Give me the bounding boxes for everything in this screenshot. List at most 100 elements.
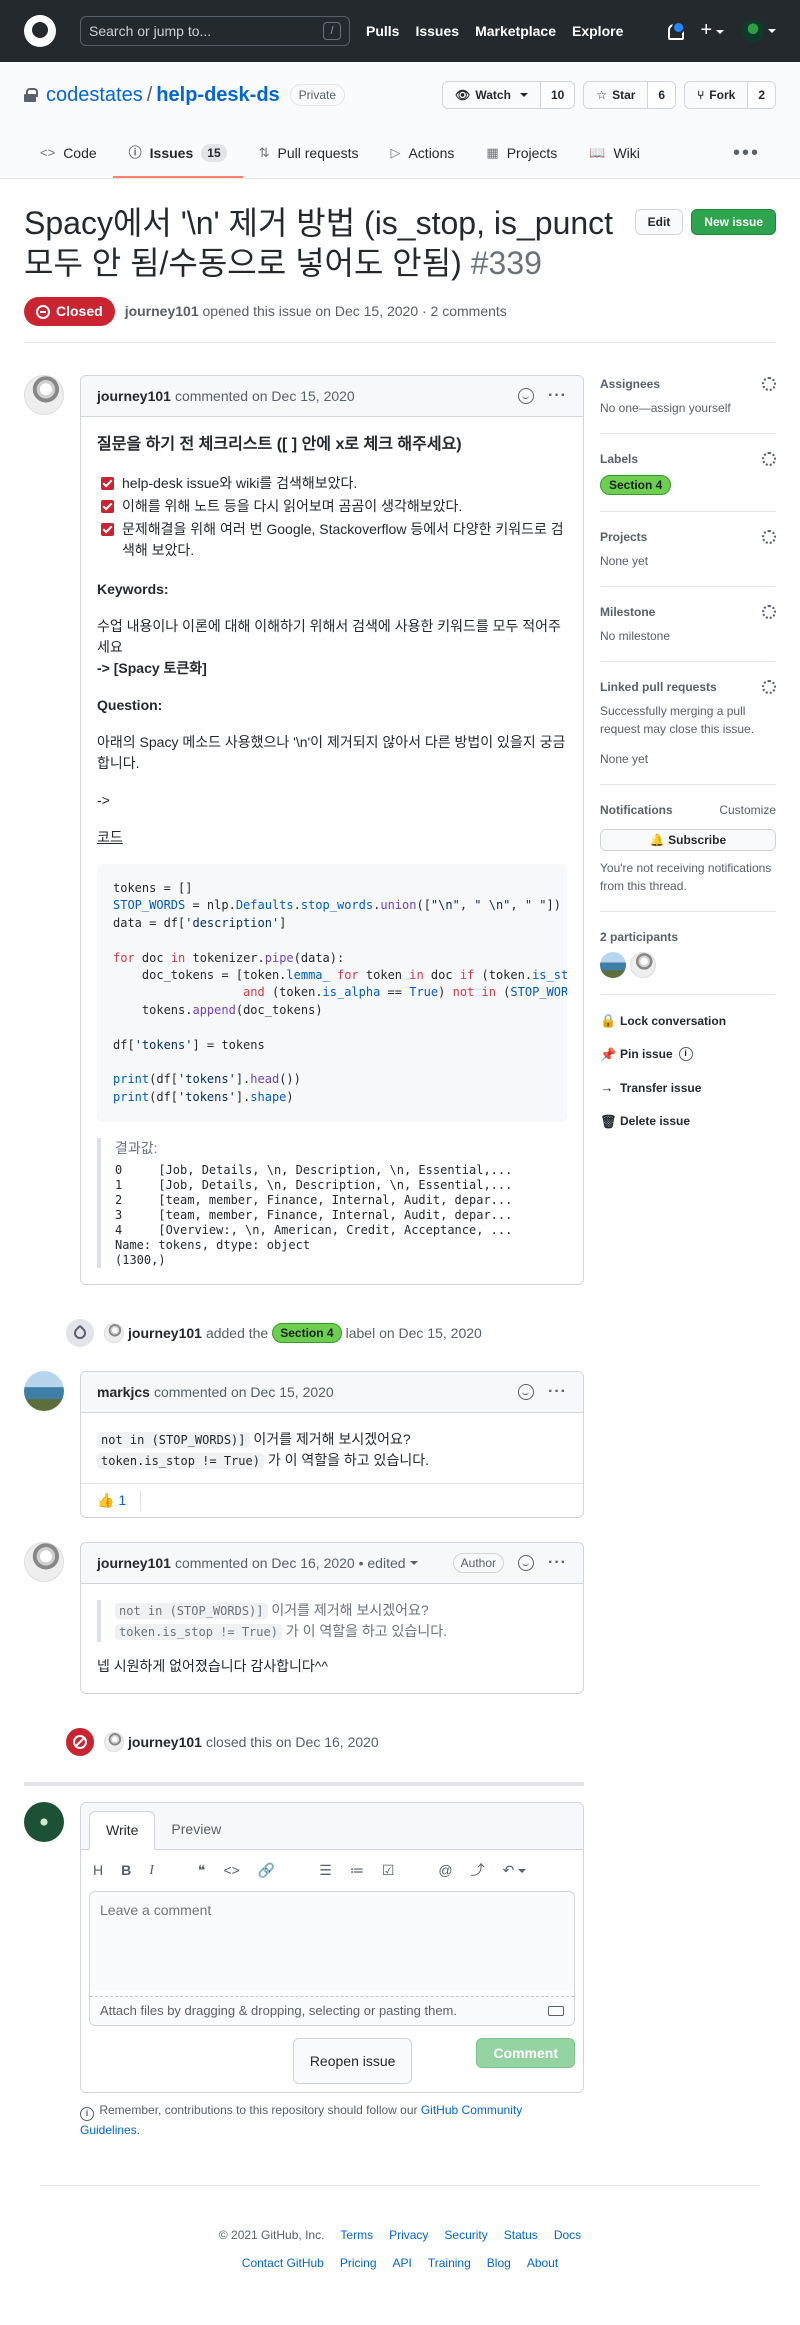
footer-link[interactable]: About [527,2254,558,2272]
tab-code[interactable]: <> Code [24,130,113,178]
nav-explore[interactable]: Explore [572,21,623,42]
edit-title-button[interactable]: Edit [634,209,684,235]
issue-comment: markjcs commented on Dec 15, 2020 ··· not… [80,1371,584,1519]
customize-link[interactable]: Customize [719,801,776,819]
new-issue-button[interactable]: New issue [691,209,776,235]
notification-bell-icon[interactable] [666,21,686,40]
avatar[interactable] [24,1542,64,1583]
avatar[interactable] [24,1371,64,1412]
github-logo-icon[interactable] [24,15,56,47]
code-icon[interactable]: <> [223,1860,239,1881]
comment-author[interactable]: markjcs [97,1382,154,1403]
task-list-icon[interactable]: ☑ [382,1860,395,1881]
write-tab[interactable]: Write [89,1811,156,1851]
reference-icon[interactable]: ⤴ [471,1860,485,1881]
nav-marketplace[interactable]: Marketplace [475,21,556,42]
event-actor[interactable]: journey101 [128,1732,202,1753]
linked-value: None yet [600,752,649,766]
add-reaction-icon[interactable] [518,388,535,404]
watch-count[interactable]: 10 [539,82,575,108]
comment-options-icon[interactable]: ··· [548,1551,567,1575]
footer-link[interactable]: Pricing [340,2254,377,2272]
linked-desc: Successfully merging a pull request may … [600,704,755,736]
fork-button[interactable]: ⑂ Fork [685,82,748,108]
comment-textarea[interactable] [90,1892,574,1991]
issue-author-link[interactable]: journey101 [125,303,199,319]
comment-author[interactable]: journey101 [97,386,175,407]
footer-link[interactable]: Docs [554,2226,581,2244]
link-icon[interactable]: 🔗 [258,1860,275,1881]
tab-label: Pull requests [277,144,359,161]
assignees-value[interactable]: No one—assign yourself [600,399,776,417]
quote-icon[interactable]: ❝ [198,1860,206,1881]
footer-link[interactable]: Security [444,2226,487,2244]
gear-icon[interactable] [762,452,776,466]
result-output: 0 [Job, Details, \n, Description, \n, Es… [115,1163,513,1268]
nav-issues[interactable]: Issues [415,21,459,42]
comment-author[interactable]: journey101 [97,1553,175,1574]
tab-projects[interactable]: ▦ Projects [470,130,573,178]
watch-button[interactable]: 👁 Watch [443,82,540,108]
gear-icon[interactable] [762,377,776,391]
label-badge[interactable]: Section 4 [600,475,672,495]
footer-link[interactable]: Blog [487,2254,511,2272]
subscribe-button[interactable]: 🔔 Subscribe [600,829,776,851]
footer-link[interactable]: API [393,2254,412,2272]
tab-issues[interactable]: ⓘ Issues 15 [112,130,243,178]
tab-actions[interactable]: ▷ Actions [374,130,470,178]
footer-link[interactable]: Privacy [389,2226,428,2244]
search-box[interactable]: / [80,16,350,46]
reply-icon[interactable]: ↶ [503,1860,527,1881]
tab-pull-requests[interactable]: ⇅ Pull requests [243,130,375,178]
bulleted-list-icon[interactable]: ☰ [319,1860,332,1881]
add-reaction-icon[interactable] [518,1555,535,1572]
repo-name-link[interactable]: help-desk-ds [156,80,279,110]
avatar[interactable] [104,1323,124,1344]
avatar[interactable] [104,1732,124,1753]
chevron-down-icon[interactable] [409,1561,418,1566]
fork-count[interactable]: 2 [747,82,775,108]
gear-icon[interactable] [762,530,776,544]
italic-icon[interactable]: I [149,1860,154,1881]
gear-icon[interactable] [762,605,776,619]
code-label: 코드 [97,829,123,845]
participant-avatar[interactable] [600,952,626,978]
more-options-icon[interactable]: ••• [717,130,776,178]
footer-link[interactable]: Terms [340,2226,373,2244]
star-count[interactable]: 6 [647,82,676,108]
avatar[interactable] [24,375,64,415]
reopen-issue-button[interactable]: Reopen issue [292,2037,413,2084]
pin-issue-action[interactable]: 📌 Pin issue i [600,1045,776,1065]
star-button[interactable]: ☆ Star [584,82,648,108]
label-badge[interactable]: Section 4 [272,1323,342,1344]
markdown-icon[interactable] [548,2005,564,2016]
numbered-list-icon[interactable]: ≔ [350,1860,364,1881]
gear-icon[interactable] [762,680,776,694]
preview-tab[interactable]: Preview [155,1811,237,1849]
search-input[interactable] [89,23,289,39]
bold-icon[interactable]: B [121,1860,131,1881]
global-nav: Pulls Issues Marketplace Explore [366,21,639,42]
thumbs-up-reaction[interactable]: 👍 1 [93,1490,142,1512]
create-new-menu[interactable]: + [700,20,724,42]
footer-link[interactable]: Contact GitHub [242,2254,324,2272]
comment-options-icon[interactable]: ··· [548,384,567,408]
transfer-issue-action[interactable]: → Transfer issue [600,1078,776,1098]
heading-icon[interactable]: H [93,1860,103,1881]
participant-avatar[interactable] [630,952,656,978]
footer-link[interactable]: Status [504,2226,538,2244]
info-icon[interactable]: i [678,1047,693,1062]
mention-icon[interactable]: @ [438,1860,452,1881]
delete-issue-action[interactable]: 🗑 Delete issue [600,1112,776,1132]
comment-button[interactable]: Comment [476,2037,575,2068]
attach-files-bar[interactable]: Attach files by dragging & dropping, sel… [90,1996,574,2025]
tab-wiki[interactable]: 📖 Wiki [573,130,656,178]
repo-owner-link[interactable]: codestates [46,80,143,110]
event-actor[interactable]: journey101 [128,1323,202,1344]
add-reaction-icon[interactable] [518,1384,535,1401]
user-menu[interactable] [742,20,776,42]
comment-options-icon[interactable]: ··· [548,1380,567,1404]
footer-link[interactable]: Training [428,2254,471,2272]
lock-conversation-action[interactable]: 🔒 Lock conversation [600,1011,776,1031]
nav-pulls[interactable]: Pulls [366,21,399,42]
